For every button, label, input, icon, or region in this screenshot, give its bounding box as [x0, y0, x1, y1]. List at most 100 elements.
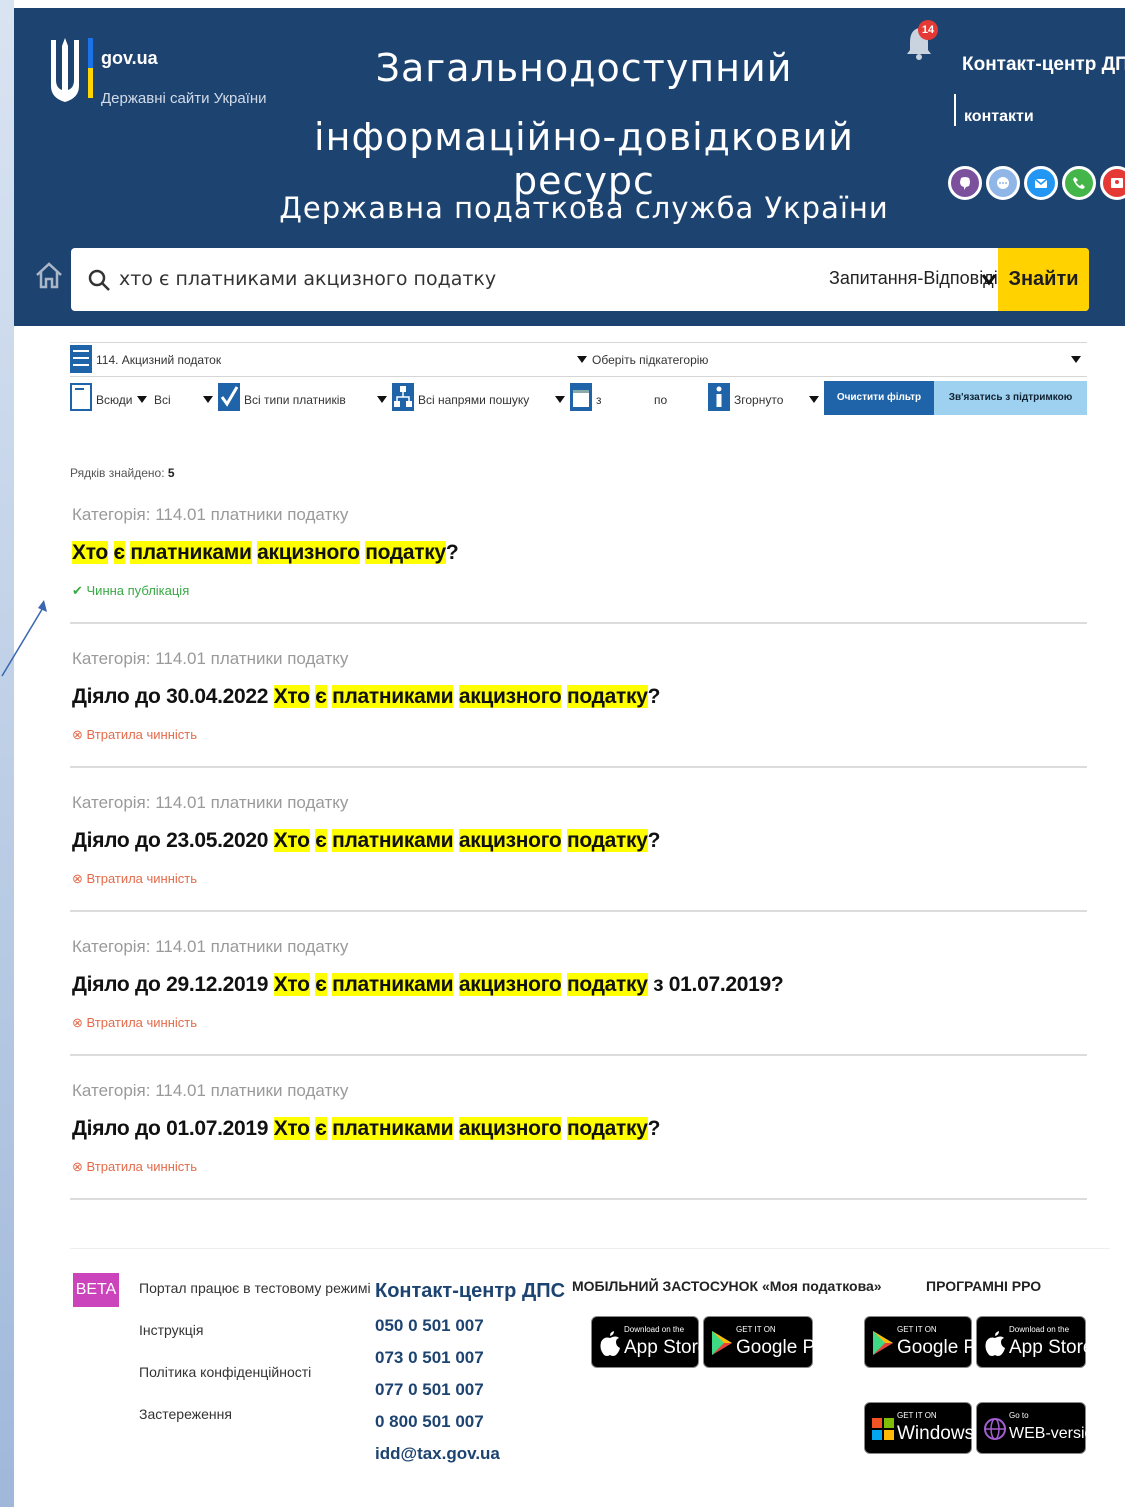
viber-icon[interactable]	[948, 166, 982, 200]
result-title-prefix: Діяло до 30.04.2022	[72, 685, 269, 708]
result-title-link[interactable]: Діяло до 30.04.2022 Хто є платниками акц…	[72, 685, 660, 709]
result-title-suffix: ?	[647, 829, 661, 852]
google-play-button[interactable]: GET IT ON Google Play	[703, 1316, 840, 1368]
rro-app-store-button[interactable]: Download on the App Store	[976, 1316, 1094, 1368]
footer-disclaimer-link[interactable]: Застереження	[139, 1406, 232, 1422]
result-title-suffix: ?	[647, 685, 661, 708]
highlighted-word: Хто	[273, 973, 310, 996]
trident-logo-icon[interactable]	[48, 36, 82, 106]
search-icon[interactable]	[87, 268, 111, 292]
view-mode-select[interactable]: Згорнуто	[734, 393, 783, 407]
messenger-icon[interactable]	[986, 166, 1020, 200]
scope-select[interactable]: Всі	[154, 393, 171, 407]
google-play-small: GET IT ON	[736, 1325, 776, 1334]
highlighted-word: платниками	[332, 685, 454, 708]
chevron-down-icon[interactable]	[376, 393, 388, 405]
result-item: Категорія: 114.01 платники податку Хто є …	[70, 505, 1087, 625]
chevron-down-icon[interactable]	[136, 393, 148, 405]
result-category[interactable]: Категорія: 114.01 платники податку	[72, 505, 348, 525]
app-store-small: Download on the	[1009, 1325, 1070, 1334]
rro-heading: ПРОГРАМНІ РРО	[926, 1278, 1042, 1294]
chevron-down-icon[interactable]	[1070, 353, 1082, 365]
windows-icon	[872, 1418, 894, 1440]
contact-support-button[interactable]: Зв'язатись з підтримкою	[934, 381, 1087, 415]
result-category[interactable]: Категорія: 114.01 платники податку	[72, 793, 348, 813]
result-category[interactable]: Категорія: 114.01 платники податку	[72, 937, 348, 957]
highlighted-word: Хто	[72, 541, 108, 564]
result-title-suffix: з 01.07.2019?	[647, 973, 784, 996]
result-divider	[70, 910, 1087, 912]
video-call-icon[interactable]	[1100, 166, 1125, 200]
highlighted-word: акцизного	[458, 1117, 562, 1140]
result-category[interactable]: Категорія: 114.01 платники податку	[72, 649, 348, 669]
annotation-arrow	[1, 600, 47, 677]
highlighted-word: акцизного	[458, 685, 562, 708]
footer-privacy-link[interactable]: Політика конфіденційності	[139, 1364, 311, 1380]
contacts-link[interactable]: контакти	[964, 108, 1034, 126]
result-divider	[70, 1054, 1087, 1056]
search-button[interactable]: Знайти	[998, 248, 1089, 311]
result-title-link[interactable]: Діяло до 23.05.2020 Хто є платниками акц…	[72, 829, 660, 853]
site-header: gov.ua Державні сайти України Загальнодо…	[14, 8, 1125, 326]
footer-phone[interactable]: 077 0 501 007	[375, 1380, 484, 1400]
status-expired: ⊗ Втратила чинність	[72, 1159, 197, 1175]
web-version-button[interactable]: Go to WEB-version	[976, 1402, 1102, 1454]
phone-icon[interactable]	[1062, 166, 1096, 200]
footer-phone[interactable]: 0 800 501 007	[375, 1412, 484, 1432]
calendar-icon[interactable]	[570, 383, 592, 411]
search-mode-select[interactable]: Запитання-Відповіді	[829, 268, 998, 289]
directions-select[interactable]: Всі напрями пошуку	[418, 393, 529, 407]
category-select[interactable]: 114. Акцизний податок	[96, 353, 221, 367]
notification-badge: 14	[918, 20, 938, 40]
result-title-link[interactable]: Діяло до 29.12.2019 Хто є платниками акц…	[72, 973, 784, 997]
results-count-value: 5	[167, 466, 175, 480]
side-decoration	[0, 0, 14, 1507]
footer-email[interactable]: idd@tax.gov.ua	[375, 1444, 500, 1464]
result-category[interactable]: Категорія: 114.01 платники податку	[72, 1081, 348, 1101]
payer-types-select[interactable]: Всі типи платників	[244, 393, 346, 407]
chevron-down-icon[interactable]	[202, 393, 214, 405]
chevron-down-icon[interactable]	[808, 393, 820, 405]
highlighted-word: є	[315, 685, 327, 708]
contact-center-title[interactable]: Контакт-центр ДПС	[962, 54, 1125, 76]
highlighted-word: акцизного	[458, 973, 562, 996]
date-to-input[interactable]: по	[654, 393, 667, 407]
footer-phone[interactable]: 073 0 501 007	[375, 1348, 484, 1368]
subcategory-select[interactable]: Оберіть підкатегорію	[592, 353, 708, 367]
chevron-down-icon[interactable]	[554, 393, 566, 405]
result-title-link[interactable]: Хто є платниками акцизного податку?	[72, 541, 459, 565]
gov-ua-link[interactable]: gov.ua	[101, 48, 158, 69]
where-select[interactable]: Всюди	[96, 393, 132, 407]
footer-divider	[70, 1248, 1110, 1249]
home-icon[interactable]	[34, 260, 64, 290]
rro-google-play-button[interactable]: GET IT ON Google Play	[864, 1316, 1001, 1368]
windows-store-button[interactable]: GET IT ON Windows	[864, 1402, 974, 1454]
gov-subtitle[interactable]: Державні сайти України	[101, 90, 267, 107]
highlighted-word: податку	[566, 973, 648, 996]
footer-phone[interactable]: 050 0 501 007	[375, 1316, 484, 1336]
date-from-input[interactable]: з	[596, 393, 602, 407]
highlighted-word: платниками	[332, 1117, 454, 1140]
highlighted-word: є	[315, 1117, 327, 1140]
mail-icon[interactable]	[1024, 166, 1058, 200]
checkmark-icon	[218, 383, 240, 411]
result-title-suffix: ?	[445, 541, 459, 564]
highlighted-word: платниками	[130, 541, 252, 564]
hierarchy-icon	[392, 383, 414, 411]
google-play-small: GET IT ON	[897, 1325, 937, 1334]
x-circle-icon: ⊗	[72, 727, 87, 742]
app-store-button[interactable]: Download on the App Store	[591, 1316, 709, 1368]
result-title-prefix: Діяло до 23.05.2020	[72, 829, 269, 852]
chevron-down-icon[interactable]	[576, 353, 588, 365]
google-play-icon	[873, 1331, 893, 1355]
result-item: Категорія: 114.01 платники податку Діяло …	[70, 793, 1087, 913]
chevron-down-icon[interactable]	[981, 271, 997, 287]
result-title-link[interactable]: Діяло до 01.07.2019 Хто є платниками акц…	[72, 1117, 660, 1141]
search-input[interactable]: хто є платниками акцизного податку	[119, 268, 496, 290]
x-circle-icon: ⊗	[72, 1015, 87, 1030]
clear-filter-button[interactable]: Очистити фільтр	[824, 381, 934, 415]
result-divider	[70, 766, 1087, 768]
status-text: Втратила чинність	[86, 1159, 198, 1174]
footer-test-mode-link[interactable]: Портал працює в тестовому режимі	[139, 1280, 371, 1296]
footer-instruction-link[interactable]: Інструкція	[139, 1322, 204, 1338]
